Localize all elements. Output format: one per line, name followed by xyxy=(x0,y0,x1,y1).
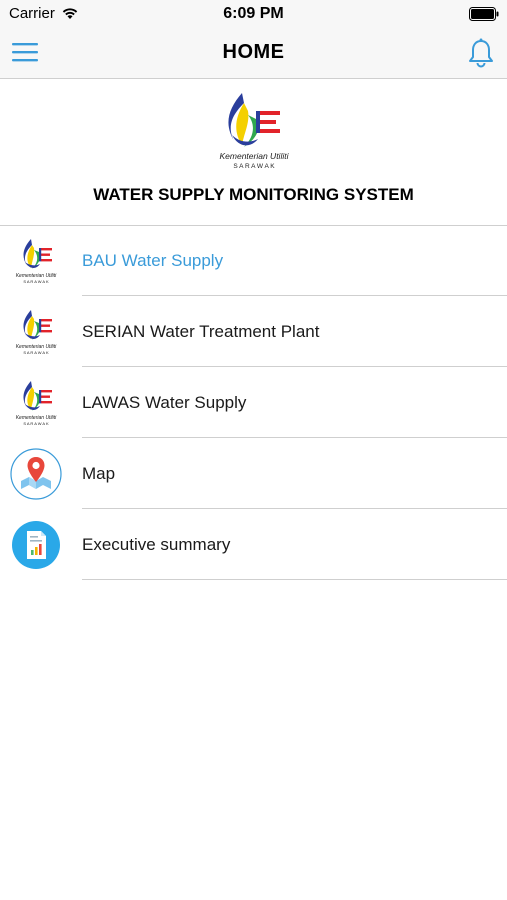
status-bar: Carrier 6:09 PM xyxy=(0,0,507,28)
clock-label: 6:09 PM xyxy=(223,5,284,22)
navigation-bar: HOME xyxy=(0,28,507,79)
logo-line-2: S A R A W A K xyxy=(23,421,49,426)
battery-icon xyxy=(469,7,499,21)
list-item-map[interactable]: Map xyxy=(0,438,507,509)
ministry-logo-icon: Kementerian Utiliti S A R A W A K xyxy=(220,93,290,170)
list-item-label: BAU Water Supply xyxy=(82,251,224,270)
list-item-lawas-water-supply[interactable]: Kementerian Utiliti S A R A W A K LAWAS … xyxy=(0,367,507,438)
app-header: Kementerian Utiliti S A R A W A K WATER … xyxy=(0,79,507,226)
ministry-logo-icon: Kementerian Utiliti S A R A W A K xyxy=(16,239,57,284)
page-title: HOME xyxy=(222,41,285,63)
logo-line-2: S A R A W A K xyxy=(23,279,49,284)
list-item-label: Map xyxy=(82,464,116,483)
map-pin-icon xyxy=(10,448,62,500)
menu-list: Kementerian Utiliti S A R A W A K BAU Wa… xyxy=(0,225,507,580)
ministry-logo-icon: Kementerian Utiliti S A R A W A K xyxy=(16,381,57,426)
list-item-executive-summary[interactable]: Executive summary xyxy=(0,509,507,580)
list-item-label: SERIAN Water Treatment Plant xyxy=(82,322,320,341)
ministry-logo-icon: Kementerian Utiliti S A R A W A K xyxy=(16,310,57,355)
list-item-label: LAWAS Water Supply xyxy=(82,393,247,412)
logo-line-2: S A R A W A K xyxy=(23,350,49,355)
notification-bell-icon[interactable] xyxy=(467,38,495,68)
logo-line-1: Kementerian Utiliti xyxy=(220,151,290,161)
list-item-serian-water-treatment-plant[interactable]: Kementerian Utiliti S A R A W A K SERIAN… xyxy=(0,296,507,367)
row-divider xyxy=(82,579,507,580)
list-item-label: Executive summary xyxy=(82,535,231,554)
logo-line-2: S A R A W A K xyxy=(233,163,275,170)
list-item-bau-water-supply[interactable]: Kementerian Utiliti S A R A W A K BAU Wa… xyxy=(0,225,507,296)
system-title: WATER SUPPLY MONITORING SYSTEM xyxy=(93,185,414,204)
report-icon xyxy=(12,521,60,569)
